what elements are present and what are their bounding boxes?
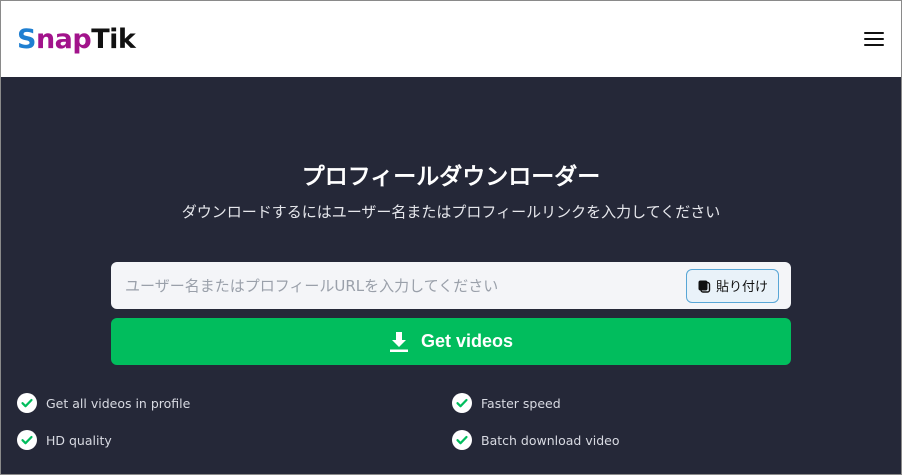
menu-button[interactable] [863,30,885,48]
logo-text-snap-s: S [17,23,36,55]
feature-label: Faster speed [481,395,561,411]
feature-label: HD quality [46,432,112,448]
site-logo[interactable]: Snap Tik [17,23,136,55]
downloader-section: プロフィールダウンローダー ダウンロードするにはユーザー名またはプロフィールリン… [1,77,901,474]
check-circle-icon [452,430,472,450]
feature-list: Get all videos in profile Faster speed H… [17,393,887,450]
clipboard-icon [697,279,711,293]
site-header: Snap Tik [1,1,901,77]
get-videos-button[interactable]: Get videos [111,318,791,365]
download-icon [389,331,409,353]
logo-text-tik: Tik [91,23,136,55]
feature-item: Faster speed [452,393,887,413]
url-input-container: 貼り付け [111,262,791,309]
paste-button[interactable]: 貼り付け [685,268,779,303]
logo-text-snap-rest: nap [35,23,92,55]
profile-url-input[interactable] [111,262,686,309]
feature-item: HD quality [17,430,452,450]
check-circle-icon [452,393,472,413]
page-title: プロフィールダウンローダー [301,164,601,190]
page-frame: Snap Tik プロフィールダウンローダー ダウンロードするにはユーザー名または… [0,0,902,475]
feature-label: Get all videos in profile [46,395,191,411]
hamburger-menu-icon [864,32,884,34]
feature-item: Batch download video [452,430,887,450]
feature-item: Get all videos in profile [17,393,452,413]
check-circle-icon [17,393,37,413]
paste-button-label: 貼り付け [715,280,768,295]
feature-label: Batch download video [481,432,620,448]
get-videos-label: Get videos [420,331,514,351]
check-circle-icon [17,430,37,450]
page-subtitle: ダウンロードするにはユーザー名またはプロフィールリンクを入力してください [181,203,721,221]
